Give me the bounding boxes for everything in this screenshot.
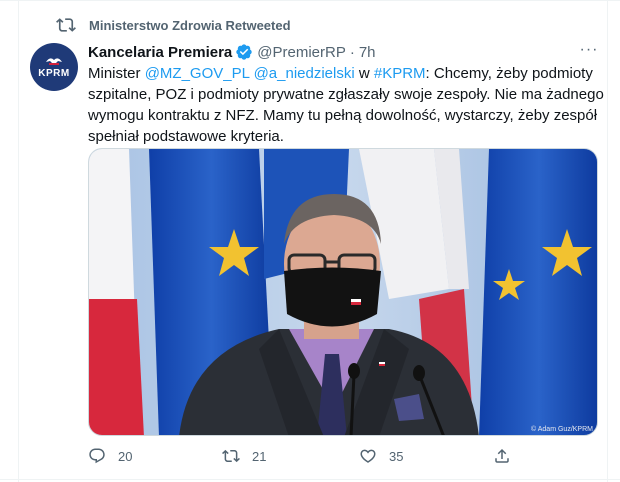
eagle-emblem-icon	[46, 57, 62, 65]
photo-credit: © Adam Guz/KPRM	[531, 426, 593, 433]
tweet-card[interactable]: Ministerstwo Zdrowia Retweeted KPRM Kanc…	[0, 0, 620, 482]
tweet-actions: 20 21 35	[88, 445, 528, 467]
mention-link[interactable]: @a_niedzielski	[254, 65, 355, 82]
separator-dot: ·	[349, 43, 355, 61]
verified-badge-icon	[236, 44, 252, 60]
reply-button[interactable]: 20	[88, 445, 132, 467]
author-name[interactable]: Kancelaria Premiera	[88, 44, 232, 61]
timeline-border-right	[607, 1, 608, 482]
avatar-text: KPRM	[38, 67, 70, 79]
tweet-header: Kancelaria Premiera @PremierRP · 7h	[88, 41, 596, 63]
hashtag-link[interactable]: #KPRM	[374, 65, 426, 82]
mention-link[interactable]: @MZ_GOV_PL	[145, 65, 250, 82]
reply-icon	[89, 448, 105, 464]
author-handle[interactable]: @PremierRP	[257, 44, 346, 61]
like-count: 35	[389, 448, 404, 464]
retweet-action-icon	[222, 449, 240, 463]
retweet-button[interactable]: 21	[222, 445, 266, 467]
photo-illustration	[89, 149, 597, 435]
retweet-icon	[56, 18, 76, 32]
reply-count: 20	[118, 448, 133, 464]
retweet-count: 21	[252, 448, 267, 464]
text-part: Minister	[88, 65, 145, 82]
share-icon	[495, 448, 509, 463]
retweeted-by-label[interactable]: Ministerstwo Zdrowia Retweeted	[89, 18, 291, 33]
tweet-time[interactable]: 7h	[359, 44, 376, 61]
avatar[interactable]: KPRM	[30, 43, 78, 91]
share-button[interactable]	[493, 445, 523, 467]
more-options-icon[interactable]: ···	[578, 41, 600, 63]
like-button[interactable]: 35	[359, 445, 403, 467]
tweet-text: Minister @MZ_GOV_PL @a_niedzielski w #KP…	[88, 63, 604, 147]
timeline-border-left	[18, 1, 19, 482]
like-icon	[360, 449, 376, 463]
tweet-divider	[0, 479, 620, 480]
tweet-photo[interactable]: © Adam Guz/KPRM	[88, 148, 598, 436]
text-part: w	[354, 65, 374, 82]
